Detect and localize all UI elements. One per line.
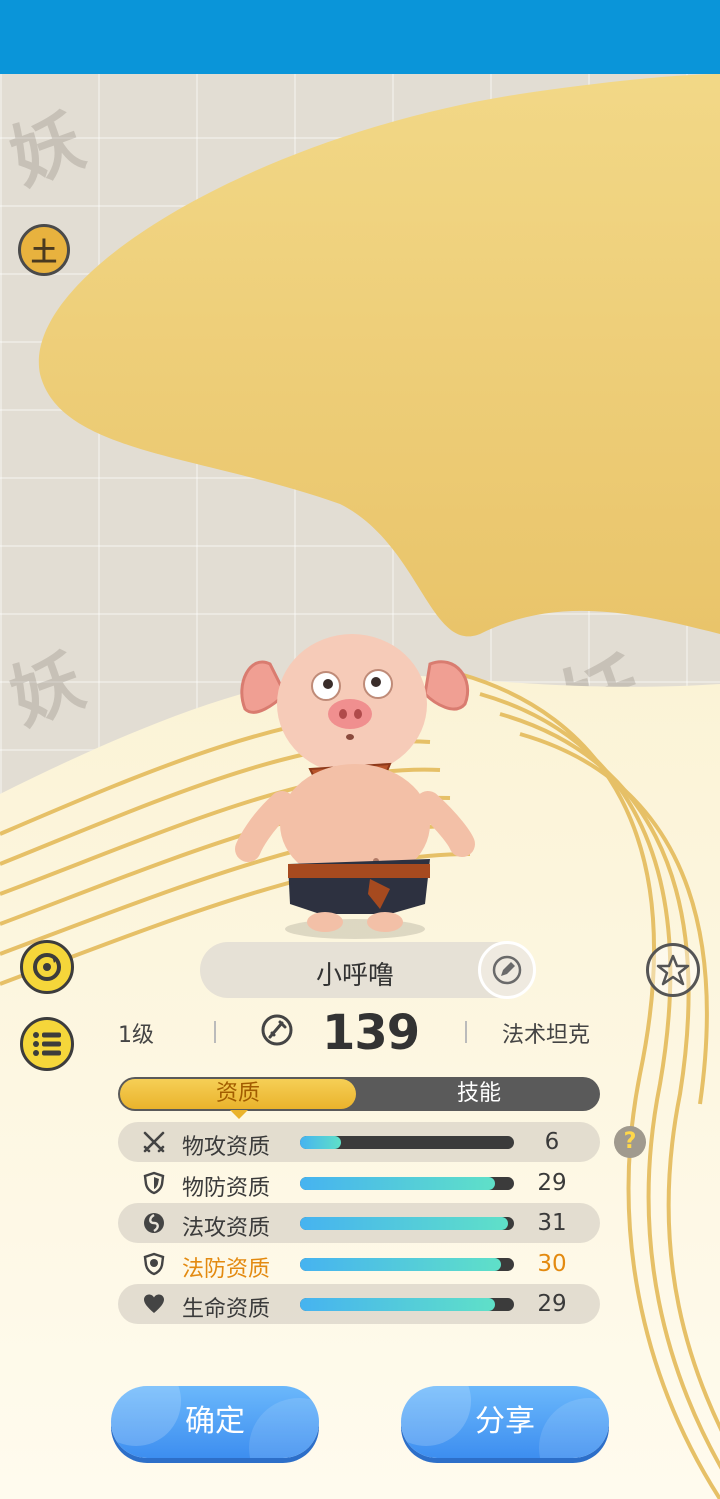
tab-skills[interactable]: 技能 <box>358 1077 600 1111</box>
stat-bar-fill <box>300 1298 495 1312</box>
stat-row-magic-defense: 法防资质 30 <box>118 1244 600 1284</box>
active-tab-pointer <box>230 1110 248 1119</box>
stat-bar-fill <box>300 1217 508 1231</box>
stat-row-physical-attack: 物攻资质 6 <box>118 1122 600 1162</box>
stat-row-health: 生命资质 29 <box>118 1284 600 1325</box>
stat-bar <box>300 1257 514 1271</box>
stat-bar <box>300 1136 514 1149</box>
crossed-swords-icon <box>143 1131 165 1153</box>
favorite-button[interactable] <box>646 943 700 997</box>
stat-value: 31 <box>537 1210 567 1237</box>
rename-button[interactable] <box>478 941 536 999</box>
refresh-button[interactable] <box>20 940 74 994</box>
stat-bar <box>300 1176 514 1190</box>
confirm-button[interactable]: 确定 <box>111 1386 319 1458</box>
tab-aptitude[interactable]: 资质 <box>120 1079 356 1109</box>
confirm-button-label: 确定 <box>185 1404 245 1439</box>
detail-tabs: 资质 技能 <box>118 1077 600 1111</box>
stat-value: 30 <box>537 1250 567 1277</box>
pet-level: 1级 <box>118 1023 154 1048</box>
stat-bar-fill <box>300 1136 341 1149</box>
divider <box>214 1021 216 1043</box>
stat-row-physical-defense: 物防资质 29 <box>118 1163 600 1203</box>
pet-character-image <box>235 634 475 939</box>
pet-name-field: 小呼噜 <box>200 941 536 999</box>
shield-icon <box>143 1171 165 1194</box>
stat-label: 物攻资质 <box>182 1135 271 1160</box>
refresh-icon <box>33 953 61 981</box>
help-icon[interactable]: ? <box>614 1126 646 1158</box>
pet-summary-row: 1级 139 法术坦克 <box>0 1005 720 1061</box>
stat-label: 法攻资质 <box>182 1216 271 1242</box>
stat-bar <box>300 1298 514 1312</box>
element-badge: 土 <box>18 224 70 276</box>
combat-power-icon <box>261 1014 293 1046</box>
share-button[interactable]: 分享 <box>401 1386 609 1458</box>
stat-bar-fill <box>300 1257 502 1271</box>
heart-icon <box>144 1294 164 1314</box>
stat-label: 物防资质 <box>182 1175 271 1201</box>
stat-value: 6 <box>544 1129 560 1155</box>
stat-bar-fill <box>300 1176 495 1190</box>
stat-value: 29 <box>537 1291 567 1318</box>
magic-orb-icon <box>144 1213 164 1234</box>
stat-label: 生命资质 <box>182 1297 271 1323</box>
aptitude-stats-list: 物攻资质 6 物防资质 29 法攻资质 31 法防资质 30 生命资质 29 <box>118 1122 600 1325</box>
stat-value: 29 <box>537 1169 567 1196</box>
stat-bar <box>300 1217 514 1231</box>
combat-power-value: 139 <box>322 1005 420 1061</box>
stat-label: 法防资质 <box>182 1256 271 1282</box>
pencil-icon <box>492 955 522 985</box>
pet-role: 法术坦克 <box>502 1023 591 1048</box>
star-icon <box>656 954 690 986</box>
magic-shield-icon <box>143 1252 165 1276</box>
pet-name: 小呼噜 <box>315 961 394 991</box>
element-badge-label: 土 <box>30 237 57 268</box>
stat-row-magic-attack: 法攻资质 31 <box>118 1203 600 1244</box>
share-button-label: 分享 <box>475 1404 535 1439</box>
status-bar <box>0 0 720 74</box>
divider <box>465 1021 467 1043</box>
